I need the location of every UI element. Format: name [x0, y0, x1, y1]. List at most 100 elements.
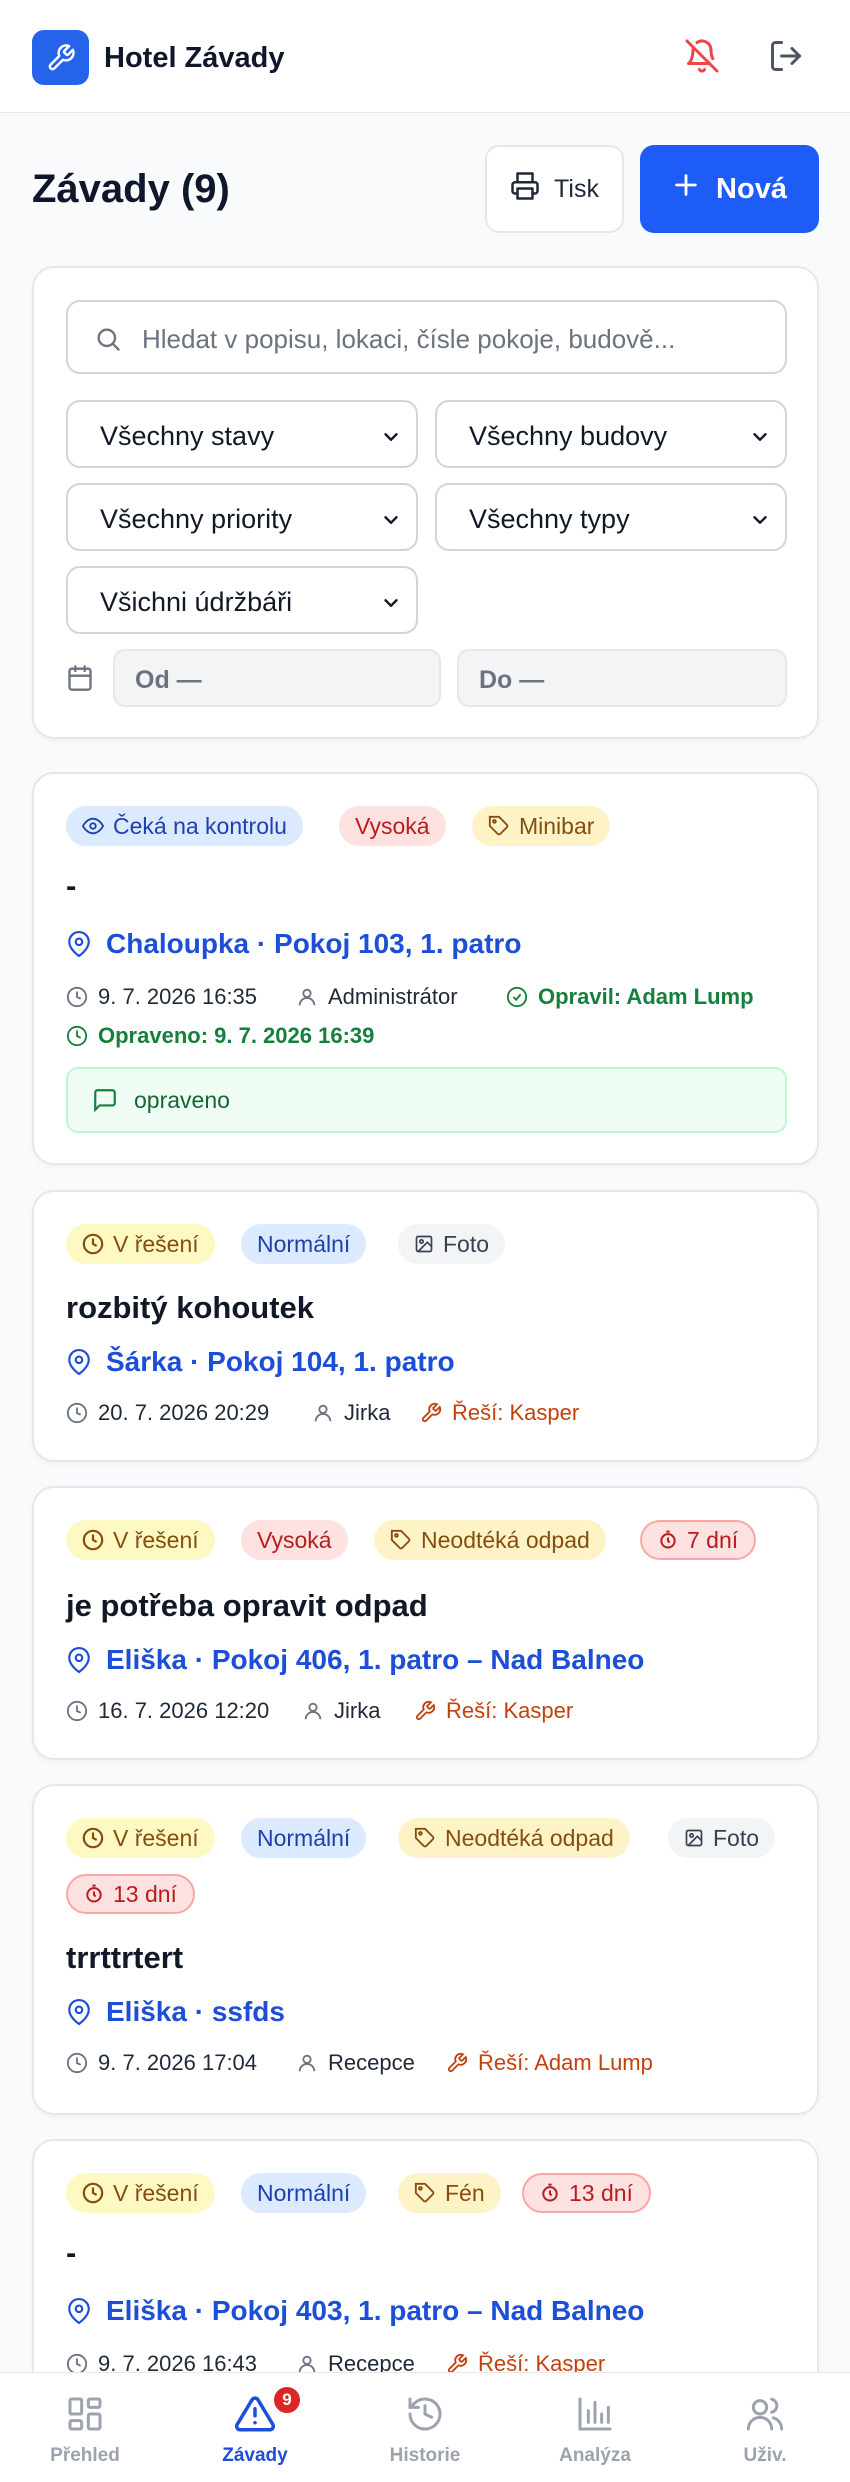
priority-badge: Vysoká [241, 1520, 348, 1560]
priority-badge: Normální [241, 1818, 367, 1858]
created-date-label: 16. 7. 2026 12:20 [98, 1698, 270, 1723]
clock-icon [66, 986, 88, 1008]
status-select-value: Všechny stavy [100, 421, 275, 451]
issue-card[interactable]: V řešení Normální Neodtéká odpad Foto 13… [32, 1784, 819, 2115]
filter-panel: Hledat v popisu, lokaci, čísle pokoje, b… [32, 266, 819, 739]
tag-icon [414, 2182, 435, 2203]
location-label: Eliška · Pokoj 406, 1. patro – Nad Balne… [106, 1644, 645, 1675]
map-pin-icon [68, 931, 90, 957]
date-to-value: Do — [479, 666, 545, 694]
reporter: Jirka [312, 1400, 390, 1426]
chevron-down-icon [380, 590, 402, 621]
tag-icon [390, 1529, 411, 1550]
date-from-input[interactable]: Od — [113, 649, 441, 707]
building-select-value: Všechny budovy [469, 421, 668, 451]
clock-icon [82, 1529, 104, 1551]
wrench-icon [32, 30, 89, 85]
type-badge: Minibar [472, 806, 611, 846]
assignee-label: Řeší: Kasper [452, 1400, 580, 1425]
age-badge: 7 dní [640, 1520, 757, 1560]
age-badge-label: 13 dní [569, 2179, 633, 2206]
maintainer-select-value: Všichni údržbáři [100, 587, 293, 617]
nav-overview-label: Přehled [50, 2445, 120, 2466]
building-select[interactable]: Všechny budovy [435, 400, 787, 468]
maintainer-select[interactable]: Všichni údržbáři [66, 566, 418, 634]
priority-badge-label: Normální [257, 1230, 351, 1257]
location-label: Chaloupka · Pokoj 103, 1. patro [106, 928, 522, 959]
photo-badge-label: Foto [713, 1824, 760, 1851]
type-badge-label: Minibar [519, 812, 595, 839]
nav-issues[interactable]: 9 Závady [170, 2373, 340, 2482]
status-select[interactable]: Všechny stavy [66, 400, 418, 468]
logout-icon[interactable] [764, 34, 808, 78]
issue-card[interactable]: V řešení Normální Foto rozbitý kohoutek … [32, 1190, 819, 1462]
type-badge-label: Fén [445, 2179, 485, 2206]
issue-location[interactable]: Šárka · Pokoj 104, 1. patro [66, 1346, 455, 1378]
issue-title: - [66, 868, 77, 903]
print-label: Tisk [554, 174, 599, 203]
reporter-label: Jirka [334, 1698, 381, 1723]
assignee: Řeší: Kasper [420, 1400, 579, 1426]
clock-icon [82, 1827, 104, 1849]
fixed-date: Opraveno: 9. 7. 2026 16:39 [66, 1023, 374, 1049]
search-placeholder: Hledat v popisu, lokaci, čísle pokoje, b… [142, 324, 676, 354]
issues-count-badge: 9 [272, 2385, 302, 2415]
timer-icon [86, 1884, 102, 1903]
created-date: 9. 7. 2026 16:35 [66, 984, 257, 1010]
location-label: Eliška · ssfds [106, 1996, 285, 2027]
issue-location[interactable]: Eliška · Pokoj 406, 1. patro – Nad Balne… [66, 1644, 644, 1676]
page-title: Závady (9) [32, 167, 230, 211]
issue-title: je potřeba opravit odpad [66, 1588, 428, 1623]
photo-badge: Foto [668, 1818, 776, 1858]
issue-card[interactable]: Čeká na kontrolu Vysoká Minibar - Chalou… [32, 772, 819, 1165]
type-select-value: Všechny typy [469, 504, 630, 534]
alert-triangle-icon: 9 [234, 2385, 302, 2437]
type-badge: Neodtéká odpad [374, 1520, 606, 1560]
app-title: Hotel Závady [104, 42, 285, 74]
nav-users[interactable]: Uživ. [680, 2373, 850, 2482]
nav-users-label: Uživ. [743, 2445, 787, 2466]
bell-off-icon[interactable] [680, 34, 724, 78]
reporter: Recepce [296, 2050, 415, 2076]
chevron-down-icon [380, 424, 402, 455]
plus-icon [672, 171, 700, 207]
created-date-label: 9. 7. 2026 16:35 [98, 984, 258, 1009]
priority-badge: Normální [241, 2173, 367, 2213]
nav-analysis-label: Analýza [559, 2445, 631, 2466]
nav-analysis[interactable]: Analýza [510, 2373, 680, 2482]
issue-location[interactable]: Chaloupka · Pokoj 103, 1. patro [66, 928, 521, 960]
bar-chart-icon [575, 2391, 615, 2437]
reporter-label: Recepce [328, 2050, 415, 2075]
issue-location[interactable]: Eliška · ssfds [66, 1996, 285, 2028]
fixed-by-label: Opravil: Adam Lump [538, 984, 754, 1009]
age-badge-label: 7 dní [687, 1526, 739, 1553]
calendar-icon [66, 664, 94, 697]
resolution-note: opraveno [66, 1067, 787, 1133]
nav-overview[interactable]: Přehled [0, 2373, 170, 2482]
chevron-down-icon [380, 507, 402, 538]
priority-badge-label: Vysoká [257, 1526, 332, 1553]
issue-card[interactable]: V řešení Vysoká Neodtéká odpad 7 dní je … [32, 1486, 819, 1760]
nav-history[interactable]: Historie [340, 2373, 510, 2482]
grid-icon [65, 2391, 105, 2437]
search-input[interactable]: Hledat v popisu, lokaci, čísle pokoje, b… [66, 300, 787, 374]
assignee: Řeší: Adam Lump [446, 2050, 653, 2076]
priority-select[interactable]: Všechny priority [66, 483, 418, 551]
bottom-nav: Přehled 9 Závady Historie Analýza Uživ. [0, 2372, 850, 2482]
status-badge: Čeká na kontrolu [66, 806, 303, 846]
map-pin-icon [68, 2298, 90, 2324]
assignee: Řeší: Kasper [414, 1698, 573, 1724]
user-icon [298, 2054, 316, 2072]
fixed-date-label: Opraveno: 9. 7. 2026 16:39 [98, 1023, 375, 1048]
check-circle-icon [506, 986, 528, 1008]
print-button[interactable]: Tisk [485, 145, 624, 233]
map-pin-icon [68, 1647, 90, 1673]
issue-location[interactable]: Eliška · Pokoj 403, 1. patro – Nad Balne… [66, 2295, 644, 2327]
assignee-label: Řeší: Kasper [446, 1698, 574, 1723]
reporter: Jirka [302, 1698, 380, 1724]
tag-icon [414, 1827, 435, 1848]
wrench-icon [447, 2052, 468, 2073]
type-select[interactable]: Všechny typy [435, 483, 787, 551]
new-issue-button[interactable]: Nová [640, 145, 819, 233]
date-to-input[interactable]: Do — [457, 649, 787, 707]
